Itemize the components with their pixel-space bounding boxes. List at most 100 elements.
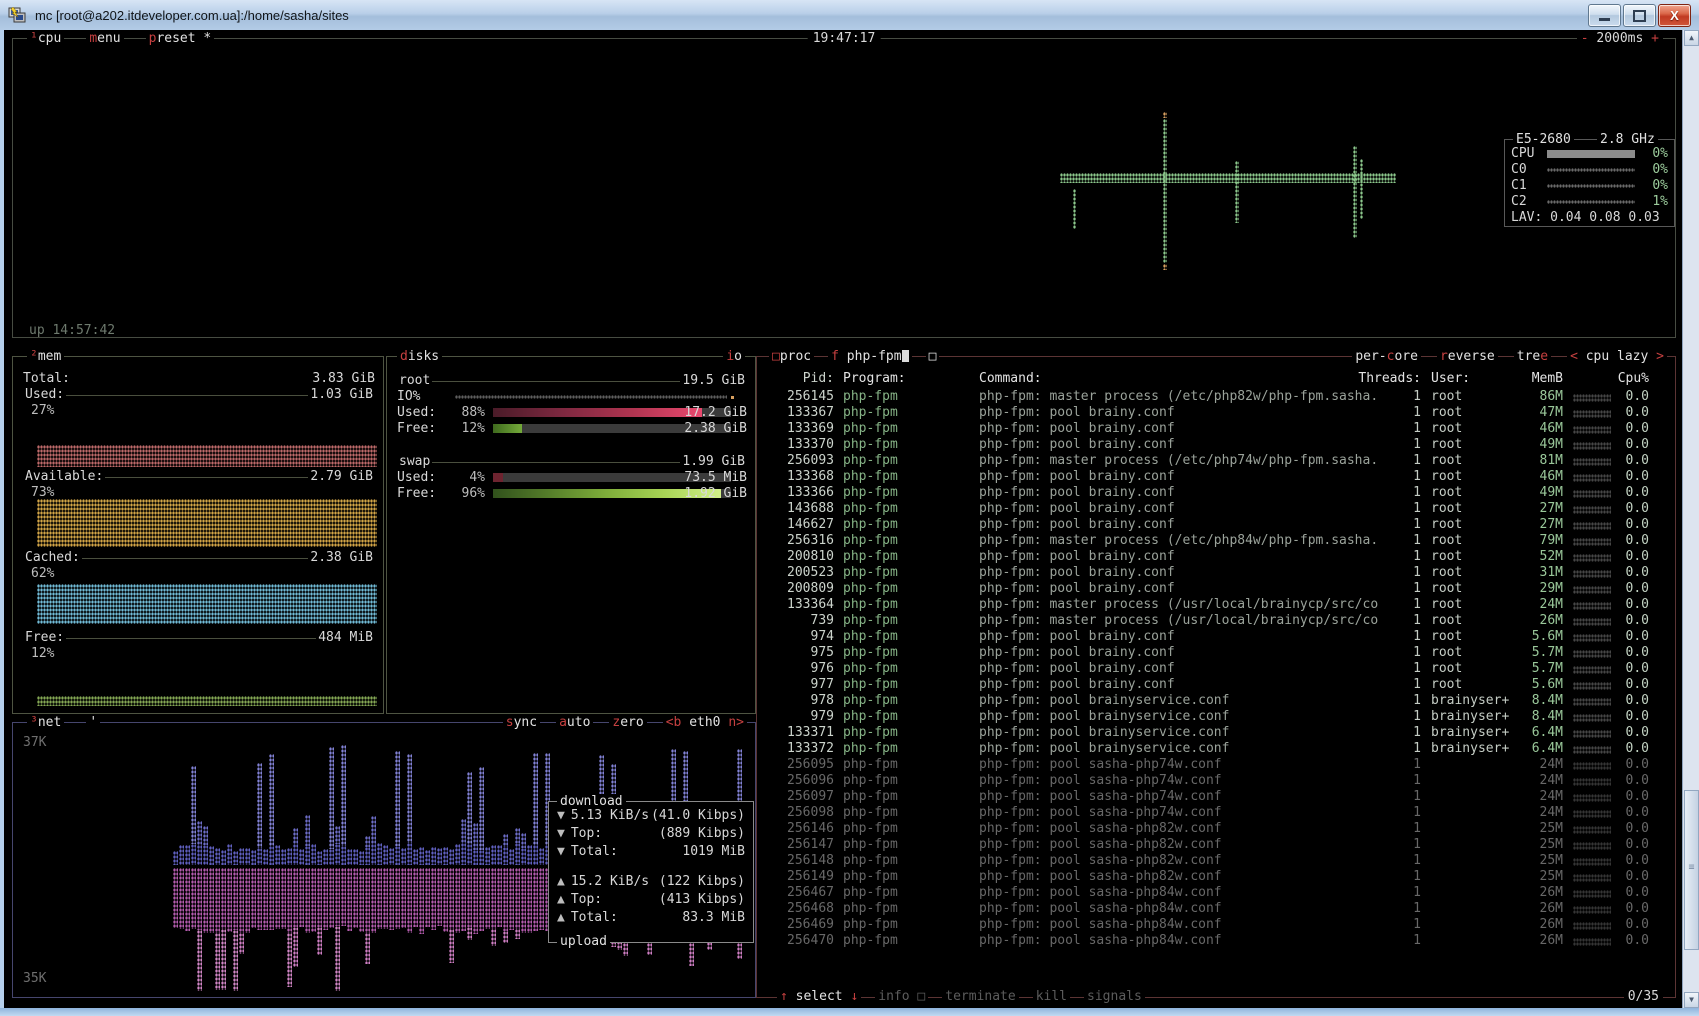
auto-toggle[interactable]: auto bbox=[556, 715, 593, 731]
mem-box-label[interactable]: ²mem bbox=[27, 349, 64, 365]
process-row[interactable]: 256145php-fpmphp-fpm: master process (/e… bbox=[757, 389, 1673, 405]
process-row[interactable]: 133371php-fpmphp-fpm: pool brainyservice… bbox=[757, 725, 1673, 741]
process-row[interactable]: 256093php-fpmphp-fpm: master process (/e… bbox=[757, 453, 1673, 469]
minimize-button[interactable] bbox=[1588, 4, 1621, 27]
per-core-toggle[interactable]: per-core bbox=[1352, 349, 1421, 365]
download-total-row: ▼ Total:1019 MiB bbox=[557, 844, 745, 860]
process-row[interactable]: 133369php-fpmphp-fpm: pool brainy.conf1r… bbox=[757, 421, 1673, 437]
graph-dots bbox=[467, 927, 472, 940]
process-row[interactable]: 256467php-fpmphp-fpm: pool sasha-php84w.… bbox=[757, 885, 1673, 901]
process-row[interactable]: 146627php-fpmphp-fpm: pool brainy.conf1r… bbox=[757, 517, 1673, 533]
sort-right-arrow[interactable]: > bbox=[1656, 349, 1664, 364]
graph-dots bbox=[191, 844, 196, 865]
process-row[interactable]: 739php-fpmphp-fpm: master process (/usr/… bbox=[757, 613, 1673, 629]
graph-dots bbox=[257, 848, 262, 865]
close-button[interactable]: X bbox=[1658, 4, 1691, 27]
process-row[interactable]: 256316php-fpmphp-fpm: master process (/e… bbox=[757, 533, 1673, 549]
process-pid: 256147 bbox=[777, 837, 834, 853]
process-threads: 1 bbox=[1357, 741, 1421, 757]
process-user: root bbox=[1431, 485, 1462, 501]
process-filter-input[interactable]: f php-fpm bbox=[828, 349, 911, 365]
sync-toggle[interactable]: sync bbox=[503, 715, 540, 731]
sort-selector[interactable]: < cpu lazy > bbox=[1567, 349, 1667, 365]
process-row[interactable]: 200810php-fpmphp-fpm: pool brainy.conf1r… bbox=[757, 549, 1673, 565]
process-row[interactable]: 133366php-fpmphp-fpm: pool brainy.conf1r… bbox=[757, 485, 1673, 501]
scrollbar-thumb[interactable] bbox=[1684, 790, 1699, 950]
kill-button[interactable]: kill bbox=[1033, 989, 1070, 1005]
process-program: php-fpm bbox=[843, 645, 898, 661]
process-pid: 256093 bbox=[777, 453, 834, 469]
process-mem: 49M bbox=[1503, 485, 1563, 501]
process-row[interactable]: 975php-fpmphp-fpm: pool brainy.conf1root… bbox=[757, 645, 1673, 661]
terminate-button[interactable]: terminate bbox=[942, 989, 1018, 1005]
scrollbar[interactable]: ▲ ▼ bbox=[1682, 30, 1699, 1008]
process-row[interactable]: 256147php-fpmphp-fpm: pool sasha-php82w.… bbox=[757, 837, 1673, 853]
process-row[interactable]: 976php-fpmphp-fpm: pool brainy.conf1root… bbox=[757, 661, 1673, 677]
graph-dots bbox=[527, 845, 532, 865]
process-command: php-fpm: master process (/etc/php82w/php… bbox=[979, 389, 1411, 405]
filter-clear-button[interactable]: □ bbox=[926, 349, 940, 365]
process-program: php-fpm bbox=[843, 805, 898, 821]
sort-left-arrow[interactable]: < bbox=[1570, 349, 1578, 364]
process-row[interactable]: 133372php-fpmphp-fpm: pool brainyservice… bbox=[757, 741, 1673, 757]
graph-dots bbox=[491, 929, 496, 946]
graph-dots bbox=[389, 848, 394, 865]
net-box-label[interactable]: ³net bbox=[27, 715, 64, 731]
process-pid: 256148 bbox=[777, 853, 834, 869]
io-toggle[interactable]: io bbox=[723, 349, 745, 365]
graph-dots bbox=[365, 836, 370, 847]
process-row[interactable]: 200809php-fpmphp-fpm: pool brainy.conf1r… bbox=[757, 581, 1673, 597]
process-row[interactable]: 133368php-fpmphp-fpm: pool brainy.conf1r… bbox=[757, 469, 1673, 485]
graph-dots bbox=[221, 850, 226, 865]
interface-switcher[interactable]: <b eth0 n> bbox=[663, 715, 747, 731]
select-control[interactable]: ↑ select ↓ bbox=[777, 989, 861, 1005]
net-sub-toggle[interactable]: ' bbox=[86, 715, 100, 731]
process-row[interactable]: 256470php-fpmphp-fpm: pool sasha-php84w.… bbox=[757, 933, 1673, 949]
title-bar[interactable]: mc [root@a202.itdeveloper.com.ua]:/home/… bbox=[0, 0, 1699, 31]
process-row[interactable]: 200523php-fpmphp-fpm: pool brainy.conf1r… bbox=[757, 565, 1673, 581]
disks-box-label[interactable]: disks bbox=[397, 349, 442, 365]
process-command: php-fpm: pool sasha-php84w.conf bbox=[979, 901, 1411, 917]
process-row[interactable]: 979php-fpmphp-fpm: pool brainyservice.co… bbox=[757, 709, 1673, 725]
process-row[interactable]: 133370php-fpmphp-fpm: pool brainy.conf1r… bbox=[757, 437, 1673, 453]
process-row[interactable]: 133364php-fpmphp-fpm: master process (/u… bbox=[757, 597, 1673, 613]
maximize-button[interactable] bbox=[1623, 4, 1656, 27]
graph-dots bbox=[377, 868, 382, 929]
core0-row: C00% bbox=[1511, 162, 1668, 178]
scroll-down-button[interactable]: ▼ bbox=[1684, 992, 1699, 1008]
process-threads: 1 bbox=[1357, 885, 1421, 901]
process-row[interactable]: 256148php-fpmphp-fpm: pool sasha-php82w.… bbox=[757, 853, 1673, 869]
graph-dots bbox=[203, 826, 208, 845]
info-button[interactable]: info □ bbox=[875, 989, 928, 1005]
process-row[interactable]: 256098php-fpmphp-fpm: pool sasha-php74w.… bbox=[757, 805, 1673, 821]
tree-toggle[interactable]: tree bbox=[1514, 349, 1551, 365]
process-row[interactable]: 143688php-fpmphp-fpm: pool brainy.conf1r… bbox=[757, 501, 1673, 517]
reverse-toggle[interactable]: reverse bbox=[1437, 349, 1498, 365]
graph-dots bbox=[485, 868, 490, 929]
scroll-up-button[interactable]: ▲ bbox=[1684, 30, 1699, 46]
process-pid: 133367 bbox=[777, 405, 834, 421]
graph-dots bbox=[449, 868, 454, 929]
process-row[interactable]: 256149php-fpmphp-fpm: pool sasha-php82w.… bbox=[757, 869, 1673, 885]
process-row[interactable]: 133367php-fpmphp-fpm: pool brainy.conf1r… bbox=[757, 405, 1673, 421]
process-row[interactable]: 256096php-fpmphp-fpm: pool sasha-php74w.… bbox=[757, 773, 1673, 789]
zero-toggle[interactable]: zero bbox=[609, 715, 646, 731]
process-mem: 26M bbox=[1503, 901, 1563, 917]
process-row[interactable]: 256468php-fpmphp-fpm: pool sasha-php84w.… bbox=[757, 901, 1673, 917]
process-program: php-fpm bbox=[843, 613, 898, 629]
process-row[interactable]: 977php-fpmphp-fpm: pool brainy.conf1root… bbox=[757, 677, 1673, 693]
graph-dots bbox=[449, 929, 454, 962]
process-row[interactable]: 256097php-fpmphp-fpm: pool sasha-php74w.… bbox=[757, 789, 1673, 805]
process-row[interactable]: 256469php-fpmphp-fpm: pool sasha-php84w.… bbox=[757, 917, 1673, 933]
graph-dots bbox=[317, 868, 322, 927]
process-user: root bbox=[1431, 453, 1462, 469]
signals-button[interactable]: signals bbox=[1084, 989, 1145, 1005]
graph-dots bbox=[479, 767, 484, 850]
process-row[interactable]: 978php-fpmphp-fpm: pool brainyservice.co… bbox=[757, 693, 1673, 709]
proc-box-label[interactable]: □proc bbox=[769, 349, 814, 365]
process-row[interactable]: 256095php-fpmphp-fpm: pool sasha-php74w.… bbox=[757, 757, 1673, 773]
process-row[interactable]: 974php-fpmphp-fpm: pool brainy.conf1root… bbox=[757, 629, 1673, 645]
process-user: root bbox=[1431, 533, 1462, 549]
process-row[interactable]: 256146php-fpmphp-fpm: pool sasha-php82w.… bbox=[757, 821, 1673, 837]
process-command: php-fpm: pool sasha-php82w.conf bbox=[979, 853, 1411, 869]
